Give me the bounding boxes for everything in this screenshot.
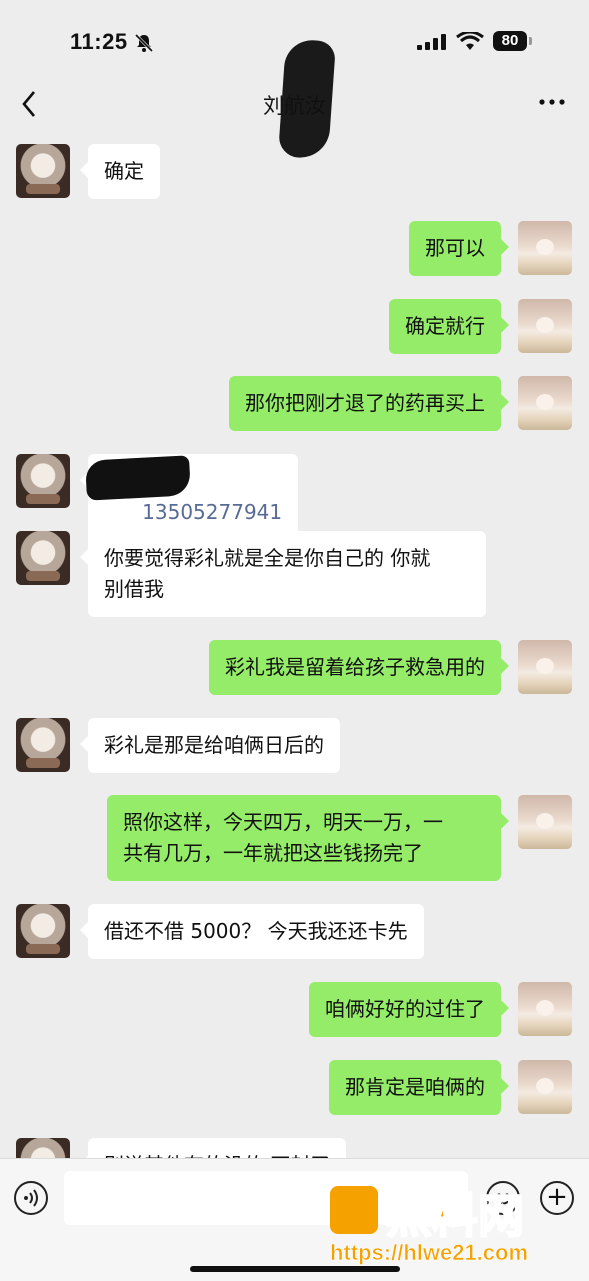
my-avatar[interactable] [518, 640, 572, 694]
redaction-scribble [85, 455, 191, 501]
contact-avatar[interactable] [16, 531, 70, 585]
plus-icon[interactable]: + [540, 1181, 574, 1215]
status-time: 11:25 [70, 29, 128, 54]
contact-avatar[interactable] [16, 718, 70, 772]
my-avatar[interactable] [518, 299, 572, 353]
message-bubble[interactable]: 确定 [80, 144, 160, 199]
message-bubble[interactable]: 借还不借 5000？ 今天我还还卡先 [80, 904, 424, 959]
message-bubble[interactable]: 那你把刚才退了的药再买上 [229, 376, 509, 431]
my-avatar[interactable] [518, 221, 572, 275]
battery-level: 80 [493, 31, 527, 51]
my-avatar[interactable] [518, 376, 572, 430]
message-bubble[interactable]: 你要觉得彩礼就是全是你自己的 你就 别借我 [80, 531, 486, 617]
my-avatar[interactable] [518, 795, 572, 849]
battery-icon: 80 [493, 31, 535, 53]
home-indicator [190, 1266, 400, 1272]
message-list[interactable]: 确定 那可以 确定就行 那你把刚才退了的药再买上 13505277941 你要觉… [0, 134, 589, 1158]
wifi-icon [456, 32, 484, 50]
contact-avatar[interactable] [16, 144, 70, 198]
more-icon[interactable] [536, 90, 568, 114]
my-avatar[interactable] [518, 1060, 572, 1114]
message-bubble[interactable]: 照你这样，今天四万，明天一万，一 共有几万，一年就把这些钱扬完了 [107, 795, 509, 881]
bell-muted-icon [134, 33, 154, 53]
phone-number-link[interactable]: 13505277941 [142, 500, 282, 524]
my-avatar[interactable] [518, 982, 572, 1036]
contact-avatar[interactable] [16, 454, 70, 508]
message-bubble[interactable]: 彩礼我是留着给孩子救急用的 [209, 640, 509, 695]
contact-avatar[interactable] [16, 904, 70, 958]
message-bubble[interactable]: 彩礼是那是给咱俩日后的 [80, 718, 340, 773]
message-bubble[interactable]: 那可以 [409, 221, 509, 276]
signal-icon [417, 34, 446, 50]
watermark-logo [330, 1186, 378, 1234]
watermark-url: https://hlwe21.com [330, 1240, 529, 1266]
contact-avatar[interactable] [16, 1138, 70, 1158]
message-bubble[interactable]: 别说其他有的没的 不封了 [79, 1138, 347, 1158]
message-bubble[interactable]: 咱俩好好的过住了 [309, 982, 509, 1037]
watermark-text: 黑料网 [385, 1188, 525, 1244]
voice-input-icon[interactable] [14, 1181, 48, 1215]
message-bubble[interactable]: 那肯定是咱俩的 [329, 1060, 509, 1115]
message-bubble[interactable]: 确定就行 [389, 299, 509, 354]
